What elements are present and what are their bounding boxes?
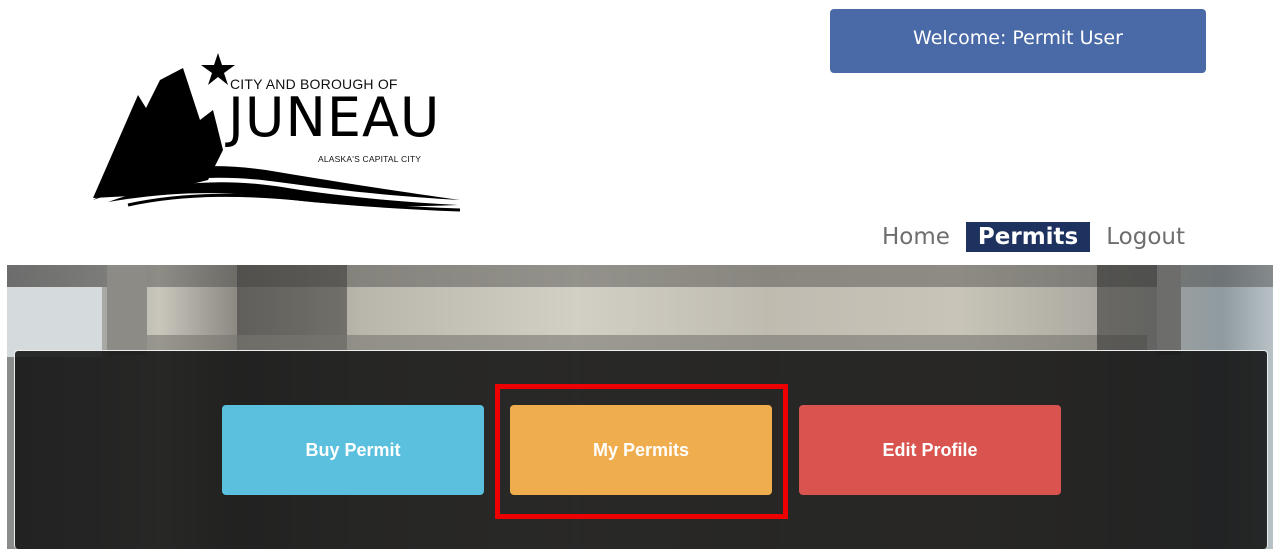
nav-permits-link[interactable]: Permits [965, 222, 1091, 252]
nav-logout-link[interactable]: Logout [1100, 220, 1191, 254]
hero-window [1097, 265, 1157, 350]
hero-pillar [1157, 265, 1181, 355]
welcome-banner: Welcome: Permit User [830, 9, 1206, 73]
hero-sky [7, 287, 102, 357]
hero-band [7, 265, 1273, 287]
buy-permit-button[interactable]: Buy Permit [222, 405, 484, 495]
main-nav: Home Permits Logout [876, 217, 1191, 257]
nav-home-link[interactable]: Home [876, 220, 956, 254]
highlight-box [495, 384, 788, 519]
juneau-logo: CITY AND BOROUGH OF JUNEAU ALASKA'S CAPI… [88, 50, 468, 215]
hero-pillar [107, 265, 147, 355]
edit-profile-button[interactable]: Edit Profile [799, 405, 1061, 495]
logo-line-juneau: JUNEAU [228, 86, 441, 149]
logo-line-tagline: ALASKA'S CAPITAL CITY [318, 154, 422, 164]
hero-ledge [147, 335, 1147, 351]
